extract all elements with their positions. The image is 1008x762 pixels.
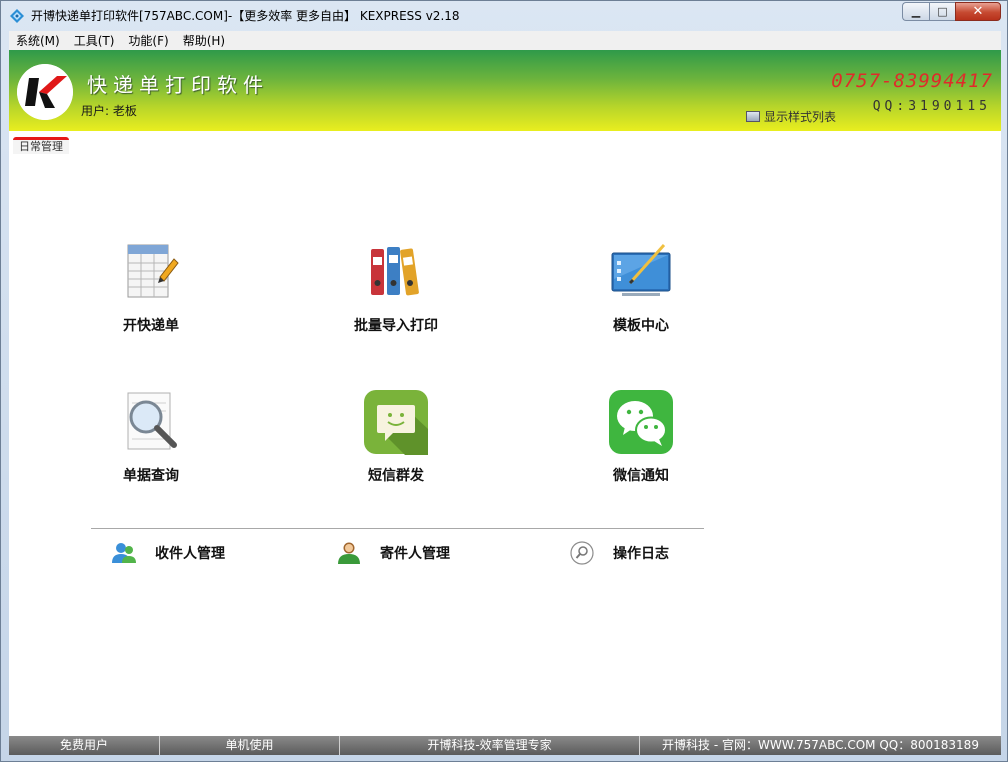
users-icon [112,543,136,563]
app-window: 开博快递单打印软件[757ABC.COM]-【更多效率 更多自由】 KEXPRE… [0,0,1008,762]
search-log-icon [570,541,594,565]
link-label: 操作日志 [613,546,669,562]
app-diamond-icon [10,9,24,23]
status-company-slogan: 开博科技-效率管理专家 [340,736,640,755]
menu-tools[interactable]: 工具(T) [67,32,122,49]
menu-help[interactable]: 帮助(H) [176,32,232,49]
tile-bill-query[interactable]: 单据查询 [81,389,221,485]
show-style-list-button[interactable]: 显示样式列表 [746,108,836,125]
tile-label: 单据查询 [123,468,179,484]
tile-label: 短信群发 [368,468,424,484]
tile-label: 开快递单 [123,318,179,334]
tile-template-center[interactable]: 模板中心 [571,239,711,335]
menu-system[interactable]: 系统(M) [9,32,67,49]
tile-batch-import-print[interactable]: 批量导入打印 [326,239,466,335]
status-user-type: 免费用户 [9,736,160,755]
close-button[interactable]: ✕ [955,2,1001,21]
menu-function[interactable]: 功能(F) [121,32,175,49]
k-logo-icon [17,64,73,120]
status-mode: 单机使用 [160,736,340,755]
wechat-icon [609,390,673,454]
status-website: 开博科技 - 官网：WWW.757ABC.COM QQ：800183189 [662,738,979,752]
qq-number: QQ:3190115 [872,99,991,114]
tab-daily-management[interactable]: 日常管理 [13,137,69,154]
phone-number: 0757-83994417 [831,70,993,92]
link-label: 收件人管理 [155,546,225,562]
link-label: 寄件人管理 [380,546,450,562]
status-bar: 免费用户 单机使用 开博科技-效率管理专家 开博科技 - 官网：WWW.757A… [9,736,1001,755]
recipient-management-link[interactable]: 收件人管理 [111,540,225,566]
current-user: 用户: 老板 [81,104,137,118]
app-name: 快递单打印软件 [87,73,269,97]
tile-create-express-bill[interactable]: 开快递单 [81,239,221,335]
tile-sms-broadcast[interactable]: 短信群发 [326,389,466,485]
menu-bar: 系统(M) 工具(T) 功能(F) 帮助(H) [9,31,1001,50]
sender-management-link[interactable]: 寄件人管理 [336,540,450,566]
header-banner: 快递单打印软件 用户: 老板 0757-83994417 QQ:3190115 … [9,50,1001,131]
window-controls: ▁ □ ✕ [902,2,1001,21]
user-icon [338,542,360,564]
show-style-list-label: 显示样式列表 [764,110,837,124]
binders-icon [371,247,419,296]
template-board-icon [611,243,671,296]
tile-label: 微信通知 [613,468,669,484]
window-title: 开博快递单打印软件[757ABC.COM]-【更多效率 更多自由】 KEXPRE… [31,9,460,23]
title-bar[interactable]: 开博快递单打印软件[757ABC.COM]-【更多效率 更多自由】 KEXPRE… [1,1,1007,31]
main-content: 日常管理 开快递单 批量导入打印 模板中心 单据查询 短信群发 微信通知 收件人… [9,131,1001,736]
minimize-button[interactable]: ▁ [902,2,929,21]
tile-label: 批量导入打印 [354,318,438,334]
sms-bubble-icon [364,390,428,455]
magnifier-icon [127,392,177,450]
operation-log-link[interactable]: 操作日志 [569,540,669,566]
tile-label: 模板中心 [613,318,669,334]
tile-wechat-notify[interactable]: 微信通知 [571,389,711,485]
section-divider [91,528,704,529]
maximize-button[interactable]: □ [929,2,955,21]
spreadsheet-pen-icon [127,244,179,298]
list-style-icon [746,111,760,122]
